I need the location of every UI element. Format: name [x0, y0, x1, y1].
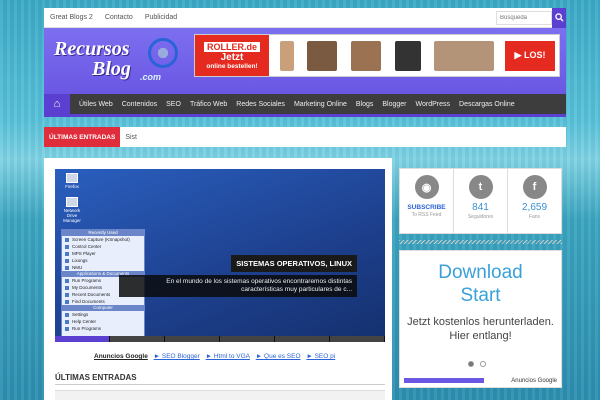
rss-count: SUBSCRIBE	[407, 204, 446, 211]
nav-wordpress[interactable]: WordPress	[416, 101, 451, 108]
nav-contenidos[interactable]: Contenidos	[122, 101, 157, 108]
menu-item: NMU	[62, 264, 144, 271]
slide-description: En el mundo de los sistemas operativos e…	[119, 275, 357, 297]
social-twitter[interactable]: t 841 Seguidores	[454, 169, 508, 233]
search-icon	[554, 13, 564, 22]
desktop-icon-firefox: Firefox	[61, 173, 83, 189]
ad-product-bookcase	[350, 40, 381, 71]
ad-text: Jetzt kostenlos herunterladen. Hier entl…	[407, 316, 554, 342]
toplink-publicidad[interactable]: Publicidad	[145, 14, 177, 21]
ad-line1: Jetzt	[220, 51, 244, 63]
social-counters: ◉ SUBSCRIBE To RSS Feed t 841 Seguidores…	[399, 168, 562, 234]
nav-blogger[interactable]: Blogger	[382, 101, 406, 108]
slider-pager-item[interactable]	[275, 336, 330, 342]
nav-marketing-online[interactable]: Marketing Online	[294, 101, 347, 108]
ad-products	[269, 40, 505, 71]
slider-pager	[55, 336, 385, 342]
slider-pager-item[interactable]	[165, 336, 220, 342]
ad-brand: ROLLER.de Jetzt online bestellen!	[195, 35, 269, 76]
featured-slider[interactable]: Firefox Network Drive Manager Recently U…	[55, 169, 385, 342]
sidebar-ad[interactable]: Download Start Jetzt kostenlos herunterla…	[399, 250, 562, 388]
rss-icon: ◉	[414, 175, 439, 199]
sidebar: ◉ SUBSCRIBE To RSS Feed t 841 Seguidores…	[399, 168, 562, 388]
twitter-icon: t	[468, 175, 493, 199]
menu-item: Screen Capture (KSnapshot)	[62, 236, 144, 243]
search-input[interactable]	[496, 10, 552, 25]
ad-product-tvstand	[307, 40, 338, 71]
desktop-icon-network: Network Drive Manager	[61, 197, 83, 223]
adlink[interactable]: ► SEO pi	[306, 353, 335, 360]
twitter-count: 841	[472, 202, 489, 213]
menu-item: Settings	[62, 311, 144, 318]
social-rss[interactable]: ◉ SUBSCRIBE To RSS Feed	[400, 169, 454, 233]
logo-text-com: .com	[140, 72, 162, 82]
nav-descargas-online[interactable]: Descargas Online	[459, 101, 515, 108]
toplink-great-blogs[interactable]: Great Blogs 2	[50, 14, 93, 21]
adlink[interactable]: ► SEO Blogger	[154, 353, 200, 360]
section-title-latest: ÚLTIMAS ENTRADAS	[55, 373, 385, 385]
nav-blogs[interactable]: Blogs	[356, 101, 374, 108]
adlinks-label[interactable]: Anuncios Google	[94, 353, 148, 360]
search-box	[496, 7, 566, 28]
section-content-strip	[55, 390, 385, 400]
social-facebook[interactable]: f 2,659 Fans	[508, 169, 561, 233]
banner-ad[interactable]: ROLLER.de Jetzt online bestellen! ▶ LOS!	[194, 34, 560, 77]
ad-product-shelf	[279, 40, 294, 71]
rss-sub: To RSS Feed	[411, 212, 442, 218]
menu-item: Control Center	[62, 243, 144, 250]
ad-dot[interactable]	[480, 361, 486, 367]
ticker-label: ÚLTIMAS ENTRADAS	[44, 127, 121, 147]
slide-title[interactable]: SISTEMAS OPERATIVOS, LINUX	[231, 255, 357, 272]
google-ad-links: Anuncios Google ► SEO Blogger ► Html to …	[94, 353, 339, 360]
toplink-contacto[interactable]: Contacto	[105, 14, 133, 21]
home-button[interactable]: ⌂	[44, 92, 70, 116]
menu-item: MPS Player	[62, 250, 144, 257]
site-logo[interactable]: Recursos Blog .com	[52, 34, 192, 90]
ticker-text[interactable]: Sist	[125, 134, 137, 141]
main-content: Firefox Network Drive Manager Recently U…	[44, 158, 392, 400]
menu-item: Lixongs	[62, 257, 144, 264]
logo-target-icon	[148, 38, 178, 68]
slider-pager-item[interactable]	[110, 336, 165, 342]
facebook-count: 2,659	[521, 202, 548, 213]
ad-accent-bar	[404, 378, 484, 383]
menu-item: Help Center	[62, 318, 144, 325]
nav-redes-sociales[interactable]: Redes Sociales	[236, 101, 285, 108]
logo-text-blog: Blog	[92, 58, 131, 80]
menu-item: Find Documents	[62, 298, 144, 305]
search-button[interactable]	[552, 7, 566, 28]
main-nav: ⌂ Útiles Web Contenidos SEO Tráfico Web …	[44, 92, 566, 117]
ad-dot[interactable]	[468, 361, 474, 367]
ad-cta-button[interactable]: ▶ LOS!	[505, 40, 555, 71]
nav-utiles-web[interactable]: Útiles Web	[79, 101, 113, 108]
slider-pager-item[interactable]	[220, 336, 275, 342]
news-ticker: ÚLTIMAS ENTRADAS Sist	[44, 127, 566, 147]
home-icon: ⌂	[53, 98, 61, 110]
facebook-icon: f	[522, 175, 547, 199]
nav-trafico-web[interactable]: Tráfico Web	[190, 101, 227, 108]
menu-item: Run Programs	[62, 325, 144, 332]
ad-headline[interactable]: Download Start	[400, 261, 561, 307]
ad-line2: online bestellen!	[206, 62, 258, 70]
sidebar-divider	[399, 240, 562, 244]
ad-product-chair	[394, 40, 421, 71]
slider-pager-item[interactable]	[330, 336, 385, 342]
site-header: Recursos Blog .com ROLLER.de Jetzt onlin…	[44, 28, 566, 94]
ads-by-google[interactable]: Anuncios Google	[511, 378, 557, 384]
adlink[interactable]: ► Html to VGA	[206, 353, 250, 360]
ad-brand-name: ROLLER.de	[203, 41, 260, 52]
nav-seo[interactable]: SEO	[166, 101, 181, 108]
twitter-sub: Seguidores	[467, 214, 494, 220]
slider-pager-item[interactable]	[55, 336, 110, 342]
top-bar: Great Blogs 2 Contacto Publicidad	[44, 7, 566, 28]
facebook-sub: Fans	[528, 214, 541, 220]
ad-product-sofa	[434, 40, 495, 71]
page-wrapper: Great Blogs 2 Contacto Publicidad Recurs…	[44, 7, 566, 400]
ad-carousel-dots	[468, 361, 486, 367]
adlink[interactable]: ► Que es SEO	[256, 353, 301, 360]
